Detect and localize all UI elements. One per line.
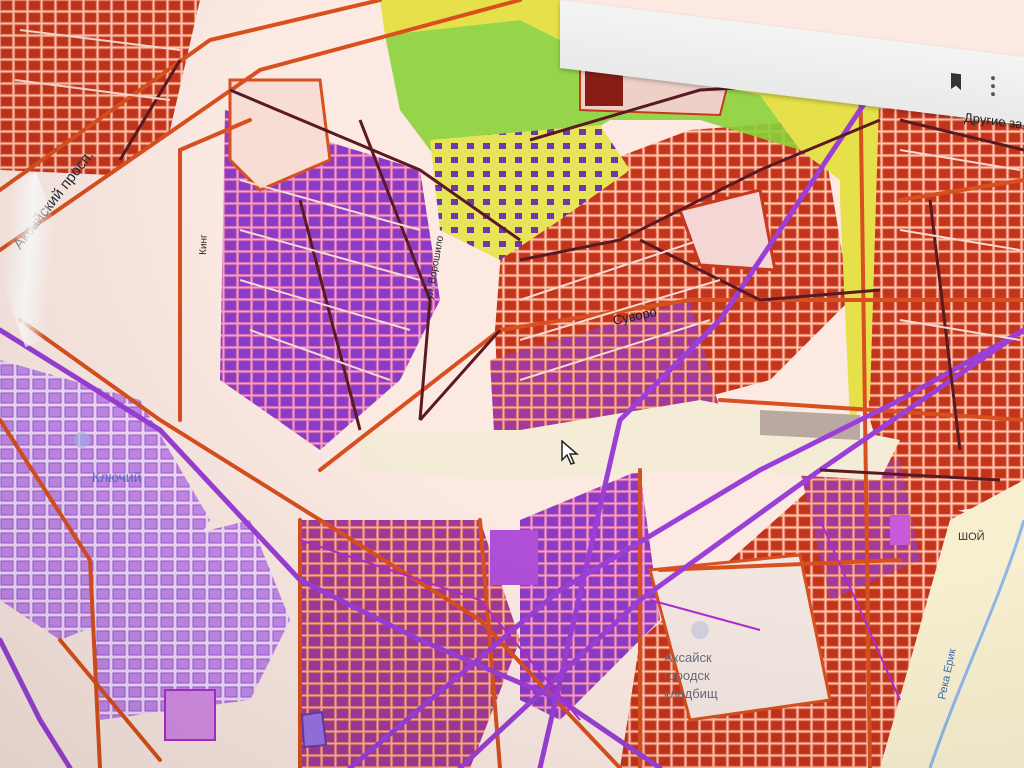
map-poi-icon[interactable]	[691, 621, 709, 639]
kebab-menu-icon[interactable]	[988, 73, 998, 100]
district-label: Ключий	[92, 469, 141, 485]
mouse-pointer-icon	[561, 440, 580, 465]
cemetery-label-3: кладбищ	[664, 686, 718, 701]
building-purple-3	[300, 710, 328, 749]
cemetery-label-2: городск	[664, 668, 710, 683]
district-poi-icon[interactable]	[74, 432, 90, 448]
building-purple-1	[490, 530, 538, 585]
building-purple-2	[164, 689, 216, 741]
place-label: ШОЙ	[958, 530, 985, 543]
building-purple-4	[890, 515, 910, 545]
street-label-1: Кинг	[198, 234, 210, 255]
bookmark-icon[interactable]	[946, 69, 966, 93]
cemetery-label-1: Аксайск	[664, 650, 712, 665]
cadastral-map[interactable]: Аксайский просп. Кинг ул. Ворошило Ключи…	[0, 0, 1024, 768]
